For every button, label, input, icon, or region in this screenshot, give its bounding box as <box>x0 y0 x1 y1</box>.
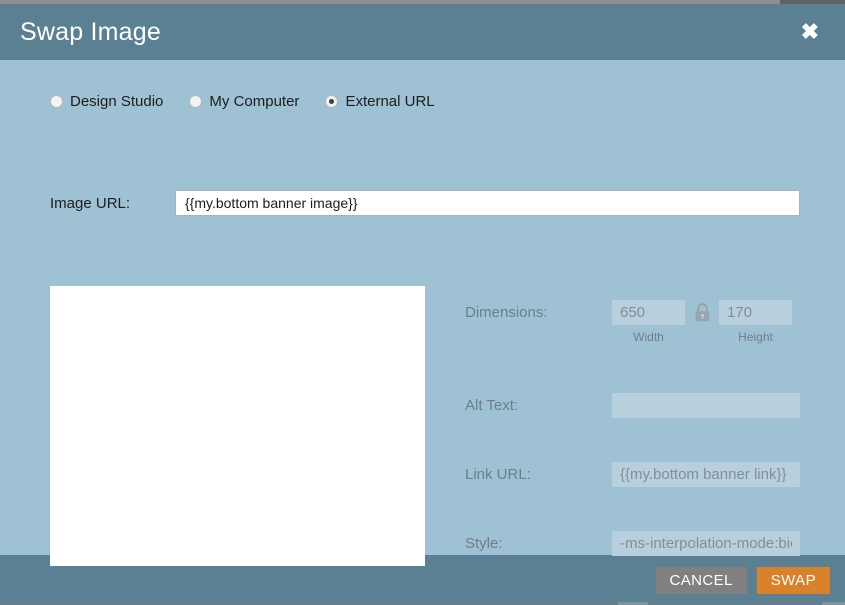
image-url-label: Image URL: <box>50 194 131 212</box>
style-input[interactable] <box>612 531 800 556</box>
link-url-row: Link URL: <box>465 462 805 488</box>
cancel-button[interactable]: CANCEL <box>655 566 747 594</box>
radio-external-url[interactable]: External URL <box>325 93 435 110</box>
image-properties-form: Dimensions: Width <box>465 300 805 557</box>
height-cell: Height <box>719 300 792 344</box>
radio-design-studio-label: Design Studio <box>70 93 164 110</box>
width-input[interactable] <box>612 300 685 325</box>
dialog-header: Swap Image ✖ <box>0 4 845 60</box>
close-icon[interactable]: ✖ <box>795 17 825 47</box>
link-url-input[interactable] <box>612 462 800 487</box>
swap-button[interactable]: SWAP <box>756 566 830 594</box>
aspect-ratio-lock-icon[interactable] <box>685 300 719 325</box>
dimensions-group: Width Height <box>612 300 792 344</box>
radio-my-computer-mark[interactable] <box>189 95 203 108</box>
image-url-input[interactable] <box>175 190 800 216</box>
dialog-title: Swap Image <box>20 17 161 46</box>
image-url-row: Image URL: <box>50 190 800 216</box>
width-caption: Width <box>633 330 664 344</box>
radio-my-computer[interactable]: My Computer <box>189 93 299 110</box>
alt-text-row: Alt Text: <box>465 393 805 419</box>
height-caption: Height <box>738 330 773 344</box>
link-url-label: Link URL: <box>465 466 531 483</box>
dialog-body: Design Studio My Computer External URL I… <box>0 60 845 566</box>
style-row: Style: <box>465 531 805 557</box>
style-label: Style: <box>465 535 503 552</box>
dimensions-row: Dimensions: Width <box>465 300 805 344</box>
image-source-radio-group: Design Studio My Computer External URL <box>50 93 461 110</box>
width-cell: Width <box>612 300 685 344</box>
radio-external-url-label: External URL <box>345 93 435 110</box>
image-preview <box>50 286 425 566</box>
radio-design-studio[interactable]: Design Studio <box>50 93 163 110</box>
alt-text-label: Alt Text: <box>465 397 519 414</box>
swap-image-dialog: Swap Image ✖ Design Studio My Computer E… <box>0 4 845 605</box>
alt-text-input[interactable] <box>612 393 800 418</box>
radio-my-computer-label: My Computer <box>209 93 300 110</box>
height-input[interactable] <box>719 300 792 325</box>
dimensions-label: Dimensions: <box>465 304 548 321</box>
radio-design-studio-mark[interactable] <box>50 95 63 108</box>
radio-external-url-mark[interactable] <box>325 95 339 108</box>
